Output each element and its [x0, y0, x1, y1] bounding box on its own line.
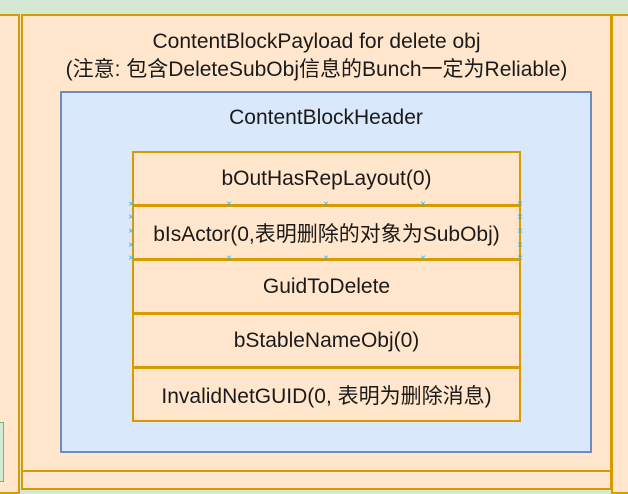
left-green-block[interactable] [0, 422, 4, 482]
selection-handle-icon[interactable]: × [515, 227, 525, 237]
payload-title-line1: ContentBlockPayload for delete obj [152, 30, 481, 53]
field-guid-to-delete[interactable]: GuidToDelete [132, 259, 521, 314]
field-b-stable-name-obj[interactable]: bStableNameObj(0) [132, 313, 521, 368]
selection-handle-icon[interactable]: × [418, 254, 428, 264]
selection-handle-icon[interactable]: × [515, 213, 525, 223]
field-label: GuidToDelete [262, 274, 391, 298]
selection-handle-icon[interactable]: × [515, 241, 525, 251]
selection-handle-icon[interactable]: × [126, 213, 136, 223]
selection-handle-icon[interactable]: × [515, 254, 525, 264]
payload-title: ContentBlockPayload for delete obj (注意: … [21, 28, 612, 84]
field-label: InvalidNetGUID(0, 表明为删除消息) [161, 384, 492, 408]
selection-handle-icon[interactable]: × [224, 200, 234, 210]
right-neighbor-block[interactable] [611, 14, 628, 494]
selection-handle-icon[interactable]: × [126, 241, 136, 251]
selection-handle-icon[interactable]: × [126, 227, 136, 237]
selection-handle-icon[interactable]: × [418, 200, 428, 210]
field-label: bIsActor(0,表明删除的对象为SubObj) [153, 222, 500, 246]
selection-handle-icon[interactable]: × [126, 254, 136, 264]
selection-handle-icon[interactable]: × [321, 254, 331, 264]
field-b-out-has-rep-layout[interactable]: bOutHasRepLayout(0) [132, 151, 521, 206]
selection-handle-icon[interactable]: × [515, 200, 525, 210]
selection-handle-icon[interactable]: × [126, 200, 136, 210]
payload-title-line2: (注意: 包含DeleteSubObj信息的Bunch一定为Reliable) [65, 58, 568, 81]
next-block[interactable] [21, 470, 612, 490]
field-label: bStableNameObj(0) [233, 328, 420, 352]
header-title: ContentBlockHeader [229, 106, 423, 129]
field-invalid-net-guid[interactable]: InvalidNetGUID(0, 表明为删除消息) [132, 367, 521, 422]
field-label: bOutHasRepLayout(0) [221, 166, 432, 190]
field-b-is-actor[interactable]: bIsActor(0,表明删除的对象为SubObj) [132, 205, 521, 260]
selection-handle-icon[interactable]: × [321, 200, 331, 210]
selection-handle-icon[interactable]: × [224, 254, 234, 264]
